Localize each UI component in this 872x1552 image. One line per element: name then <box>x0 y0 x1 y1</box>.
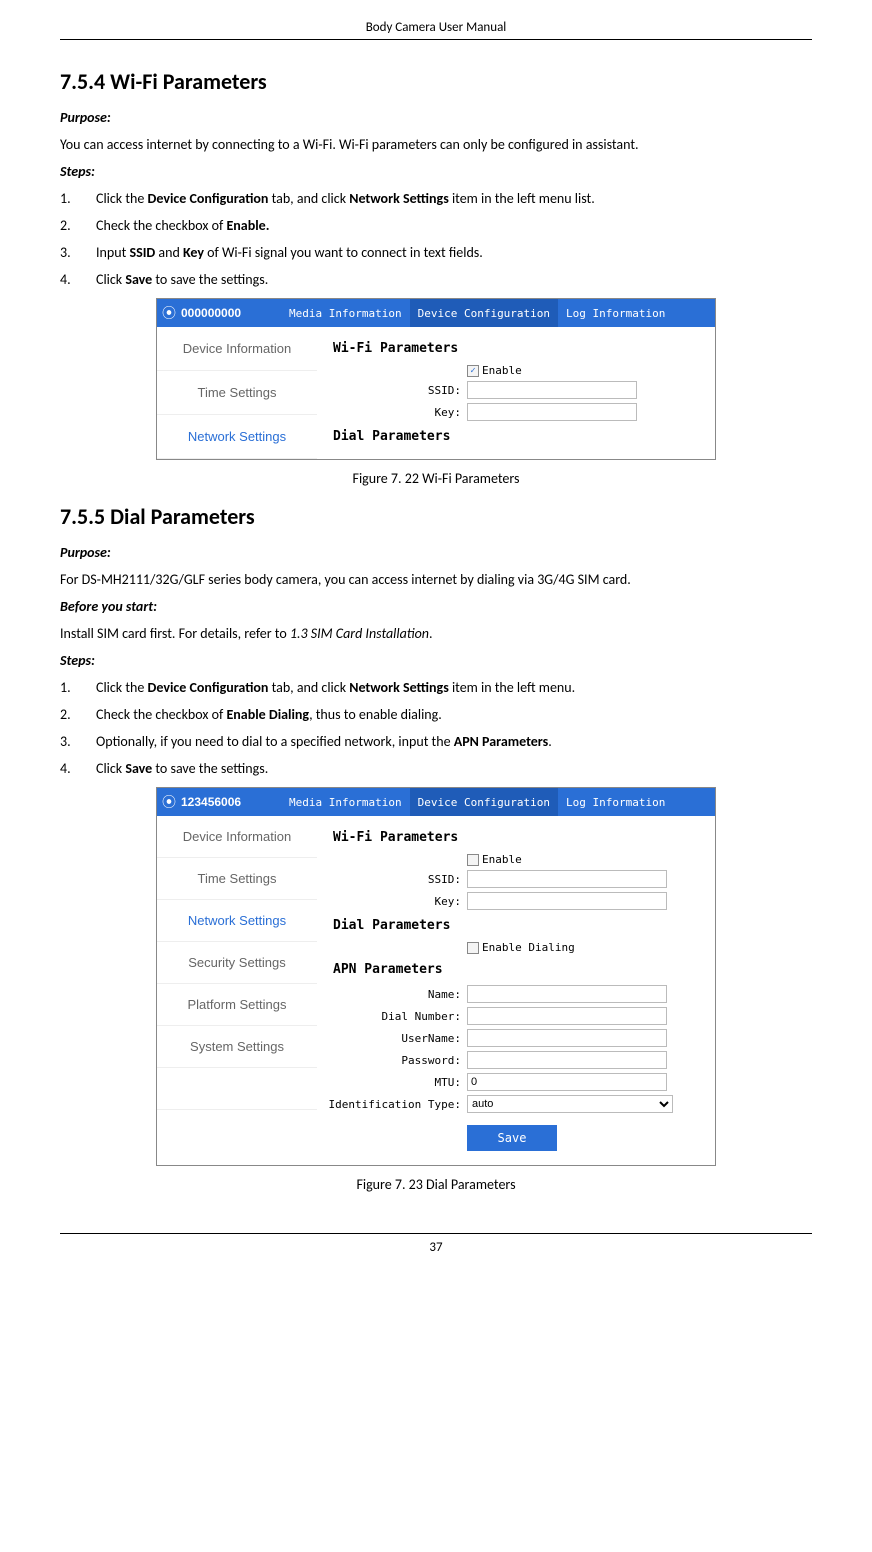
enable-checkbox-2[interactable]: Enable <box>467 853 522 866</box>
logo-icon: ⦿ <box>157 303 181 323</box>
enable-label: Enable <box>482 364 522 377</box>
page-number: 37 <box>60 1233 812 1255</box>
purpose-text-2: For DS-MH2111/32G/GLF series body camera… <box>60 569 812 590</box>
username-input[interactable] <box>467 1029 667 1047</box>
sidebar-item-system-settings[interactable]: System Settings <box>157 1026 317 1068</box>
ssid-label: SSID: <box>317 873 467 886</box>
id-type-select[interactable]: auto <box>467 1095 673 1113</box>
tab-log-information[interactable]: Log Information <box>558 788 673 816</box>
sidebar-item-time-settings[interactable]: Time Settings <box>157 858 317 900</box>
ssid-label: SSID: <box>317 384 467 397</box>
steps-label: Steps: <box>60 161 812 182</box>
sidebar-item-device-information[interactable]: Device Information <box>157 327 317 371</box>
sidebar: Device Information Time Settings Network… <box>157 327 317 459</box>
sidebar-item-time-settings[interactable]: Time Settings <box>157 371 317 415</box>
steps-list-2: Click the Device Configuration tab, and … <box>60 677 812 779</box>
section-title-dial-2: Dial Parameters <box>317 914 715 937</box>
step: Click Save to save the settings. <box>60 758 812 779</box>
dial-number-label: Dial Number: <box>317 1010 467 1023</box>
apn-name-input[interactable] <box>467 985 667 1003</box>
before-start-label: Before you start: <box>60 596 812 617</box>
sidebar-item-network-settings[interactable]: Network Settings <box>157 900 317 942</box>
id-type-label: Identification Type: <box>317 1098 467 1111</box>
figure-7-23: ⦿ 123456006 Media Information Device Con… <box>60 787 812 1166</box>
device-id-2: 123456006 <box>181 795 281 809</box>
section-title-dial: Dial Parameters <box>317 425 715 448</box>
steps-list-1: Click the Device Configuration tab, and … <box>60 188 812 290</box>
step: Click the Device Configuration tab, and … <box>60 677 812 698</box>
logo-icon: ⦿ <box>157 792 181 812</box>
username-label: UserName: <box>317 1032 467 1045</box>
heading-wifi-parameters: 7.5.4 Wi-Fi Parameters <box>60 68 812 95</box>
section-title-apn: APN Parameters <box>317 958 715 981</box>
app-topbar: ⦿ 000000000 Media Information Device Con… <box>157 299 715 327</box>
tab-device-configuration[interactable]: Device Configuration <box>410 788 558 816</box>
sidebar-item-device-information[interactable]: Device Information <box>157 816 317 858</box>
before-start-text: Install SIM card first. For details, ref… <box>60 623 812 644</box>
sidebar-item-platform-settings[interactable]: Platform Settings <box>157 984 317 1026</box>
key-input[interactable] <box>467 892 667 910</box>
step: Input SSID and Key of Wi-Fi signal you w… <box>60 242 812 263</box>
figure-caption-7-22: Figure 7. 22 Wi-Fi Parameters <box>60 470 812 487</box>
sidebar-item-security-settings[interactable]: Security Settings <box>157 942 317 984</box>
tab-device-configuration[interactable]: Device Configuration <box>410 299 558 327</box>
step: Check the checkbox of Enable. <box>60 215 812 236</box>
sidebar-item-empty <box>157 1068 317 1110</box>
enable-checkbox[interactable]: ✓Enable <box>467 364 522 377</box>
purpose-label: Purpose: <box>60 107 812 128</box>
figure-7-22: ⦿ 000000000 Media Information Device Con… <box>60 298 812 460</box>
step: Click Save to save the settings. <box>60 269 812 290</box>
dial-number-input[interactable] <box>467 1007 667 1025</box>
step: Optionally, if you need to dial to a spe… <box>60 731 812 752</box>
section-title-wifi: Wi-Fi Parameters <box>317 337 715 360</box>
mtu-input[interactable] <box>467 1073 667 1091</box>
content-panel: Wi-Fi Parameters ✓Enable SSID: Key: Dial… <box>317 327 715 459</box>
checkbox-icon: ✓ <box>467 365 479 377</box>
checkbox-icon <box>467 942 479 954</box>
device-id: 000000000 <box>181 306 281 320</box>
section-title-wifi-2: Wi-Fi Parameters <box>317 826 715 849</box>
app-topbar-2: ⦿ 123456006 Media Information Device Con… <box>157 788 715 816</box>
sidebar-2: Device Information Time Settings Network… <box>157 816 317 1165</box>
ssid-input[interactable] <box>467 870 667 888</box>
ssid-input[interactable] <box>467 381 637 399</box>
step: Check the checkbox of Enable Dialing, th… <box>60 704 812 725</box>
password-input[interactable] <box>467 1051 667 1069</box>
tab-media-information[interactable]: Media Information <box>281 299 410 327</box>
steps-label-2: Steps: <box>60 650 812 671</box>
enable-dialing-label: Enable Dialing <box>482 941 575 954</box>
figure-caption-7-23: Figure 7. 23 Dial Parameters <box>60 1176 812 1193</box>
tab-media-information[interactable]: Media Information <box>281 788 410 816</box>
purpose-label-2: Purpose: <box>60 542 812 563</box>
enable-dialing-checkbox[interactable]: Enable Dialing <box>467 941 575 954</box>
sidebar-item-network-settings[interactable]: Network Settings <box>157 415 317 459</box>
password-label: Password: <box>317 1054 467 1067</box>
checkbox-icon <box>467 854 479 866</box>
content-panel-2: Wi-Fi Parameters Enable SSID: Key: Dial … <box>317 816 715 1165</box>
key-label: Key: <box>317 895 467 908</box>
apn-name-label: Name: <box>317 988 467 1001</box>
key-input[interactable] <box>467 403 637 421</box>
enable-label: Enable <box>482 853 522 866</box>
save-button[interactable]: Save <box>467 1125 557 1151</box>
page-header: Body Camera User Manual <box>60 20 812 40</box>
purpose-text: You can access internet by connecting to… <box>60 134 812 155</box>
key-label: Key: <box>317 406 467 419</box>
heading-dial-parameters: 7.5.5 Dial Parameters <box>60 503 812 530</box>
mtu-label: MTU: <box>317 1076 467 1089</box>
step: Click the Device Configuration tab, and … <box>60 188 812 209</box>
tab-log-information[interactable]: Log Information <box>558 299 673 327</box>
